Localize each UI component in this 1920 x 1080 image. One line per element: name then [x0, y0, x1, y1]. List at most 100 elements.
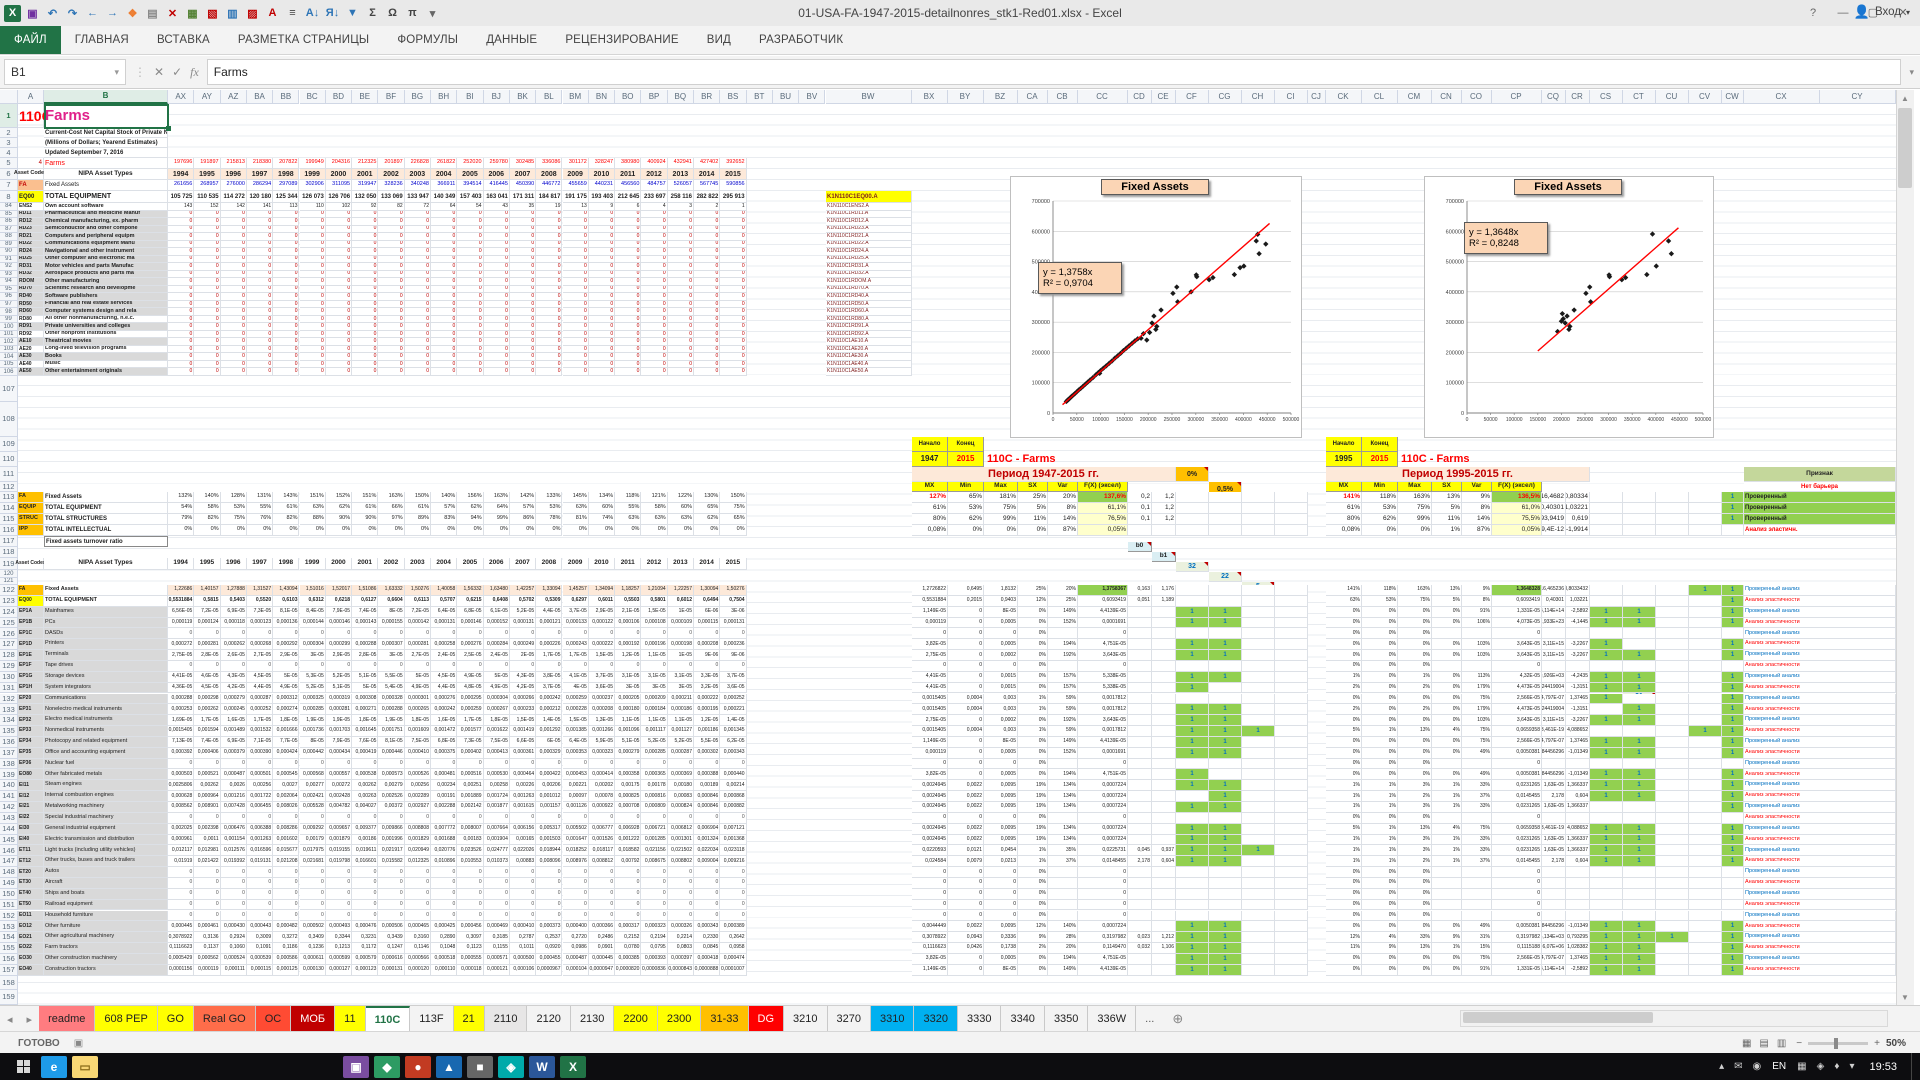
asset-value[interactable]: 0 — [484, 368, 510, 376]
lower-value[interactable]: 0,000258 — [431, 639, 457, 650]
asset-value[interactable]: 0 — [405, 263, 431, 271]
lower-label[interactable]: System integrators — [44, 683, 168, 694]
lower-stat[interactable]: 0 — [1078, 628, 1128, 639]
lower-value[interactable]: 0,00178 — [641, 780, 667, 791]
subtitle[interactable]: Current-Cost Net Capital Stock of Privat… — [44, 128, 168, 138]
lower-value[interactable]: 0 — [563, 813, 589, 824]
asset-value[interactable]: 0 — [194, 338, 220, 346]
flag-cell[interactable]: 1 — [1176, 845, 1209, 856]
lower-value[interactable]: 0,000328 — [378, 694, 404, 705]
lower-code[interactable]: EI22 — [18, 813, 44, 824]
lower-code[interactable]: EO30 — [18, 954, 44, 965]
lower-value[interactable]: 0,000586 — [273, 954, 299, 965]
lower-stat[interactable] — [1542, 813, 1566, 824]
mid-value[interactable]: 0% — [431, 525, 457, 536]
cell-b5[interactable]: Farms — [44, 158, 168, 169]
lower-stat[interactable] — [1152, 683, 1176, 694]
column-header-CR[interactable]: CR — [1566, 90, 1590, 104]
stat-value[interactable]: 1,2 — [1152, 514, 1176, 525]
lower-value[interactable]: 9E-06 — [720, 650, 746, 661]
sheet-tab-real go[interactable]: Real GO — [194, 1006, 256, 1032]
asset-value[interactable]: 0 — [378, 271, 404, 279]
lower-value[interactable]: 0 — [615, 900, 641, 911]
lower-stat[interactable]: 1,149E-05 — [912, 737, 948, 748]
lower-stat[interactable]: 2,933E+23 — [1542, 618, 1566, 629]
flag-cell[interactable] — [1590, 726, 1623, 737]
row-header-145[interactable]: 145 — [0, 835, 18, 846]
lower-stat[interactable]: 5% — [1326, 824, 1362, 835]
lower-value[interactable]: 0,000266 — [510, 694, 536, 705]
symbol-icon[interactable]: Ω — [384, 5, 401, 22]
mid-value[interactable]: 57% — [510, 503, 536, 514]
asset-value[interactable]: 0 — [352, 241, 378, 249]
flag-cell[interactable] — [1689, 607, 1722, 618]
lower-value[interactable]: 0,00097 — [563, 791, 589, 802]
lower-tail[interactable]: Проверенный анализ — [1744, 780, 1896, 791]
lower-value[interactable]: 0 — [300, 900, 326, 911]
stat-flag-cell[interactable] — [1209, 492, 1242, 503]
lower-value[interactable]: 0,000122 — [589, 618, 615, 629]
lower-value[interactable]: 1,9E-05 — [326, 715, 352, 726]
asset-value[interactable]: 0 — [668, 301, 694, 309]
sheet-tab-31-33[interactable]: 31-33 — [701, 1006, 748, 1032]
lower-stat[interactable]: 1% — [1362, 780, 1398, 791]
asset-value[interactable]: 0 — [615, 323, 641, 331]
asset-value[interactable]: 0 — [326, 368, 352, 376]
column-header-CL[interactable]: CL — [1362, 90, 1398, 104]
lower-tail[interactable]: Проверенный анализ — [1744, 824, 1896, 835]
lower-value[interactable]: 0 — [694, 867, 720, 878]
row8-value[interactable]: 171 311 — [510, 191, 536, 203]
lower-stat[interactable]: 0,0022 — [948, 791, 984, 802]
mid-value[interactable]: 62% — [326, 503, 352, 514]
stat-value[interactable]: 99% — [1398, 514, 1432, 525]
mid-value[interactable]: 55% — [615, 503, 641, 514]
row-header-155[interactable]: 155 — [0, 943, 18, 954]
lower-value[interactable]: 0,0845 — [694, 943, 720, 954]
stat-flag-cell[interactable] — [1590, 492, 1623, 503]
lower-value[interactable]: 0 — [589, 889, 615, 900]
lower-stat[interactable]: 1% — [1362, 856, 1398, 867]
lower-value[interactable]: 0,004027 — [352, 802, 378, 813]
lower-value[interactable]: 0,0015405 — [168, 726, 194, 737]
asset-value[interactable]: 0 — [431, 256, 457, 264]
asset-label[interactable]: Other entertainment originals — [44, 368, 168, 376]
flag-cell[interactable] — [1242, 585, 1275, 596]
lower-stat[interactable]: -2,5892 — [1566, 965, 1590, 976]
lower-value[interactable]: 0,000274 — [273, 704, 299, 715]
lower-stat[interactable]: 1,366337 — [1566, 835, 1590, 846]
asset-value[interactable]: 0 — [510, 263, 536, 271]
lower-stat[interactable]: 163% — [1398, 585, 1432, 596]
stat-value[interactable]: 9% — [1462, 492, 1492, 503]
stat-value[interactable]: 61,1% — [1078, 503, 1128, 514]
lower-value[interactable]: 2,5E-05 — [457, 650, 483, 661]
lower-value[interactable]: 0,017975 — [300, 845, 326, 856]
lower-value[interactable]: 0 — [457, 813, 483, 824]
year-header[interactable]: 2008 — [536, 169, 562, 180]
lower-value[interactable]: 0,0795 — [641, 943, 667, 954]
lower-value[interactable]: 0,0026 — [221, 780, 247, 791]
asset-value[interactable]: 0 — [194, 271, 220, 279]
row-header-157[interactable]: 157 — [0, 965, 18, 976]
asset-value[interactable]: 0 — [168, 248, 194, 256]
flag-cell[interactable] — [1275, 715, 1308, 726]
flag-cell[interactable]: 1 — [1590, 607, 1623, 618]
mid-value[interactable]: 63% — [641, 514, 667, 525]
lower-stat[interactable]: 8E-05 — [984, 607, 1018, 618]
lower-value[interactable]: 7,1E-05 — [247, 737, 273, 748]
asset-value[interactable]: 102 — [326, 203, 352, 211]
lower-stat[interactable]: 0,6093419 — [1492, 596, 1542, 607]
lower-stat[interactable]: 0 — [948, 769, 984, 780]
asset-value[interactable]: 0 — [510, 338, 536, 346]
lower-stat[interactable]: 157% — [1048, 683, 1078, 694]
lower-value[interactable]: 0,000474 — [720, 954, 746, 965]
row5-value[interactable]: 218380 — [247, 158, 273, 169]
lower-value[interactable]: 0 — [431, 867, 457, 878]
asset-value[interactable]: 0 — [194, 308, 220, 316]
lower-stat[interactable]: 13% — [1398, 943, 1432, 954]
lower-stat[interactable] — [1152, 618, 1176, 629]
asset-value[interactable]: 0 — [300, 218, 326, 226]
view-break-icon[interactable]: ▥ — [1777, 1038, 1786, 1049]
lower-stat[interactable]: 1% — [1362, 726, 1398, 737]
lower-stat[interactable]: 11% — [1326, 943, 1362, 954]
asset-value[interactable]: 0 — [431, 286, 457, 294]
